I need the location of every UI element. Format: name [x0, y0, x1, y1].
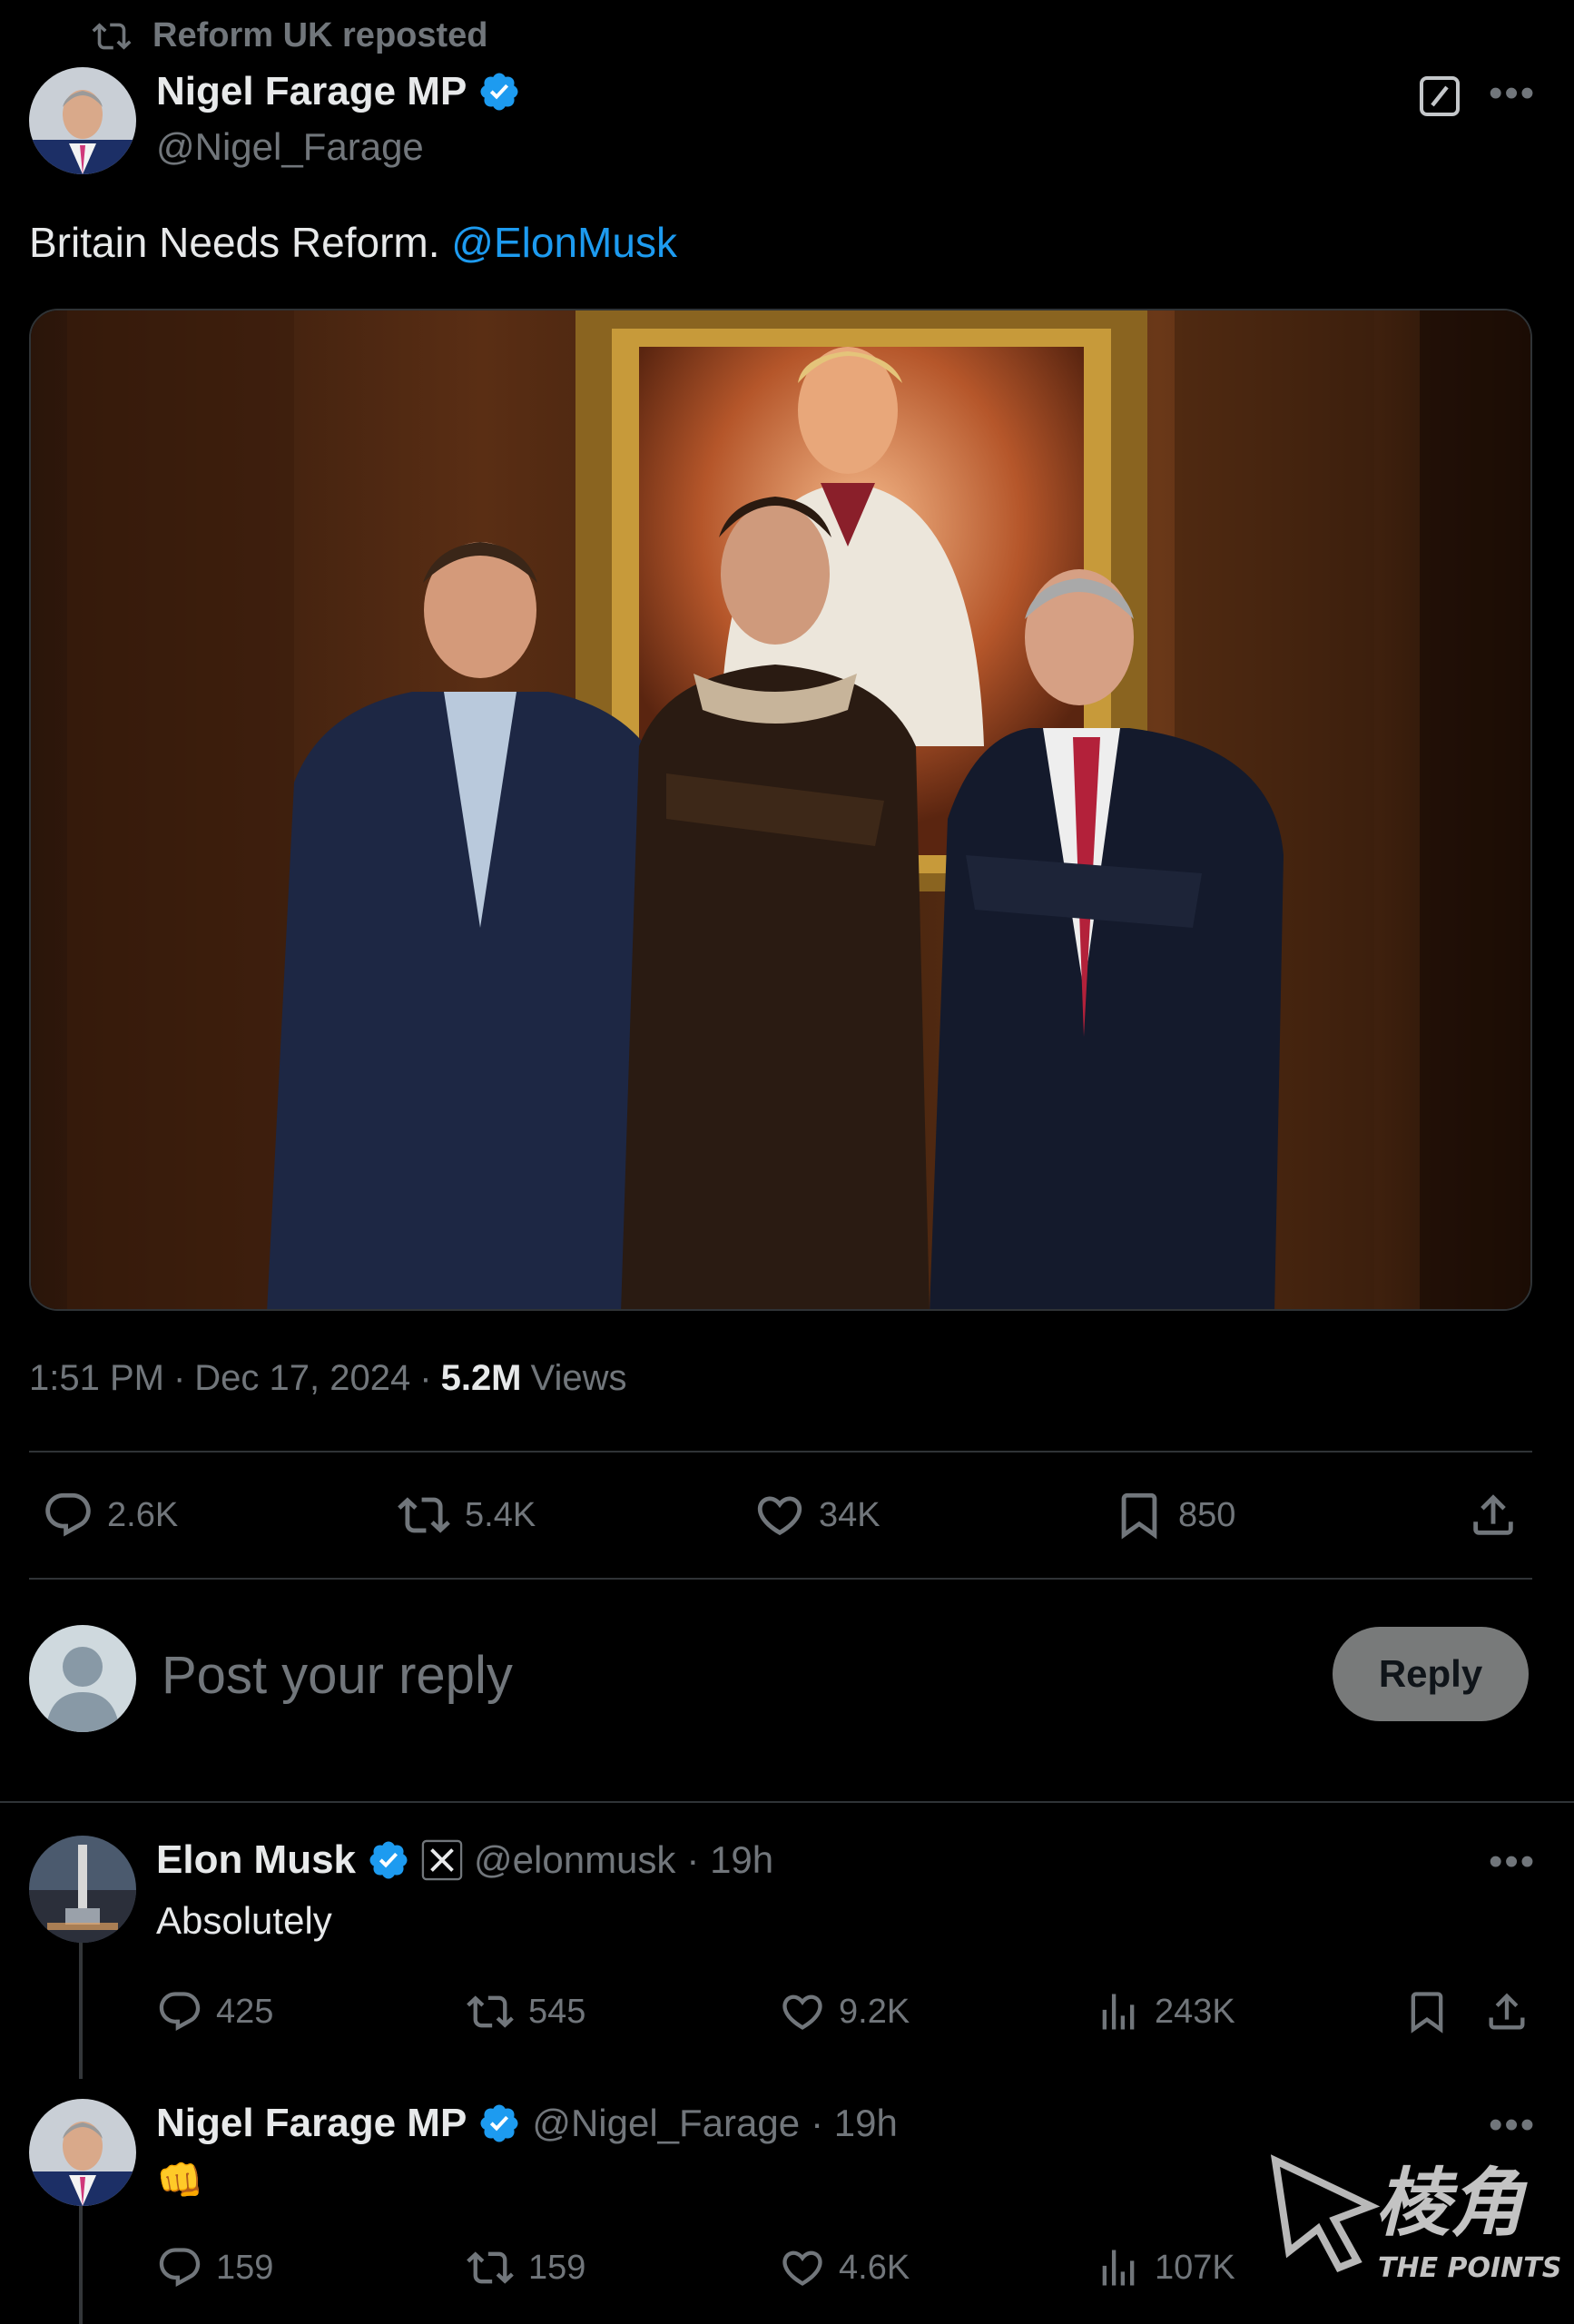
watermark-text-cn: 棱角: [1375, 2161, 1528, 2247]
reply-count: 425: [216, 1992, 274, 2031]
reply-icon: [42, 1489, 94, 1541]
reply-text: 👊: [156, 2159, 204, 2201]
tweet-detail-page: Reform UK reposted Nigel Farage MP @Nige…: [0, 0, 1574, 2324]
reply-action[interactable]: 425: [156, 1988, 273, 2035]
divider: [29, 1451, 1532, 1452]
reply-count: 2.6K: [107, 1495, 179, 1534]
divider: [29, 1578, 1532, 1580]
views-count: 5.2M: [440, 1358, 522, 1398]
bookmark-count: 850: [1178, 1495, 1236, 1534]
reply-icon: [156, 2244, 203, 2291]
heart-icon: [779, 1988, 826, 2035]
like-action[interactable]: 34K: [753, 1489, 880, 1541]
bookmark-action[interactable]: [1403, 1988, 1451, 2035]
tweet-text: Britain Needs Reform. @ElonMusk: [29, 218, 677, 267]
reply-age[interactable]: · 19h: [811, 2102, 898, 2145]
share-icon: [1467, 1489, 1520, 1541]
heart-icon: [753, 1489, 806, 1541]
repost-icon: [465, 1988, 516, 2035]
verified-badge-icon: [367, 1838, 410, 1882]
repost-label: Reform UK reposted: [152, 16, 488, 54]
repost-icon: [396, 1489, 452, 1541]
watermark-text-en: THE POINTS: [1378, 2252, 1561, 2284]
repost-icon: [465, 2244, 516, 2291]
verified-badge-icon: [477, 2102, 521, 2145]
more-options-icon[interactable]: •••: [1489, 2102, 1536, 2148]
reply-age[interactable]: · 19h: [686, 1838, 773, 1882]
divider: [0, 1801, 1574, 1803]
reply-action[interactable]: 2.6K: [42, 1489, 178, 1541]
reply-count: 159: [216, 2248, 274, 2287]
reply-text: Absolutely: [156, 1899, 332, 1942]
views-label: Views: [530, 1358, 627, 1398]
bookmark-action[interactable]: 850: [1113, 1489, 1235, 1541]
views-count: 107K: [1155, 2248, 1235, 2287]
like-action[interactable]: 4.6K: [779, 2244, 910, 2291]
tweet-date[interactable]: Dec 17, 2024: [194, 1358, 410, 1399]
more-options-icon[interactable]: •••: [1489, 1839, 1536, 1885]
repost-action[interactable]: 545: [465, 1988, 585, 2035]
thread-line: [79, 1943, 83, 2079]
views-action[interactable]: 243K: [1095, 1988, 1235, 2035]
heart-icon: [779, 2244, 826, 2291]
repost-count: 545: [528, 1992, 586, 2031]
like-count: 34K: [819, 1495, 880, 1534]
user-avatar[interactable]: [29, 1625, 136, 1732]
reply-button[interactable]: Reply: [1333, 1627, 1529, 1721]
repost-icon: [91, 20, 133, 53]
share-icon: [1483, 1988, 1530, 2035]
share-action[interactable]: [1467, 1489, 1520, 1541]
reply-author-name[interactable]: Elon Musk: [156, 1837, 356, 1883]
like-count: 9.2K: [839, 1992, 910, 2031]
author-handle[interactable]: @Nigel_Farage: [156, 125, 424, 169]
bookmark-icon: [1403, 1988, 1451, 2035]
tweet-timestamp: 1:51 PM · Dec 17, 2024 · 5.2M Views: [29, 1358, 627, 1399]
repost-count: 159: [528, 2248, 586, 2287]
repost-count: 5.4K: [465, 1495, 536, 1534]
repost-action[interactable]: 5.4K: [396, 1489, 536, 1541]
tweet-text-body: Britain Needs Reform.: [29, 219, 440, 266]
x-affiliate-badge-icon[interactable]: [421, 1839, 463, 1881]
repost-indicator[interactable]: Reform UK reposted: [91, 16, 488, 55]
reply-author-handle[interactable]: @Nigel_Farage: [532, 2102, 800, 2145]
mention-link[interactable]: @ElonMusk: [451, 219, 677, 266]
reply-avatar[interactable]: [29, 2099, 136, 2206]
like-action[interactable]: 9.2K: [779, 1988, 910, 2035]
views-action[interactable]: 107K: [1095, 2244, 1235, 2291]
like-count: 4.6K: [839, 2248, 910, 2287]
reply-action[interactable]: 159: [156, 2244, 273, 2291]
tweet-photo[interactable]: [29, 309, 1532, 1311]
views-count: 243K: [1155, 1992, 1235, 2031]
reply-author-name[interactable]: Nigel Farage MP: [156, 2101, 467, 2146]
more-options-icon[interactable]: •••: [1489, 71, 1536, 116]
reply-input[interactable]: Post your reply: [162, 1645, 513, 1706]
tweet-time[interactable]: 1:51 PM: [29, 1358, 164, 1399]
reply-author-handle[interactable]: @elonmusk: [474, 1838, 675, 1882]
analytics-icon: [1095, 2244, 1142, 2291]
grok-edit-icon[interactable]: [1418, 74, 1461, 118]
author-name[interactable]: Nigel Farage MP: [156, 69, 467, 114]
analytics-icon: [1095, 1988, 1142, 2035]
thread-line: [79, 2206, 83, 2324]
verified-badge-icon: [477, 70, 521, 113]
reply-avatar[interactable]: [29, 1836, 136, 1943]
repost-action[interactable]: 159: [465, 2244, 585, 2291]
reply-icon: [156, 1988, 203, 2035]
share-action[interactable]: [1483, 1988, 1530, 2035]
bookmark-icon: [1113, 1489, 1166, 1541]
author-avatar[interactable]: [29, 67, 136, 174]
watermark-logo: 棱角 THE POINTS: [1271, 2152, 1561, 2288]
